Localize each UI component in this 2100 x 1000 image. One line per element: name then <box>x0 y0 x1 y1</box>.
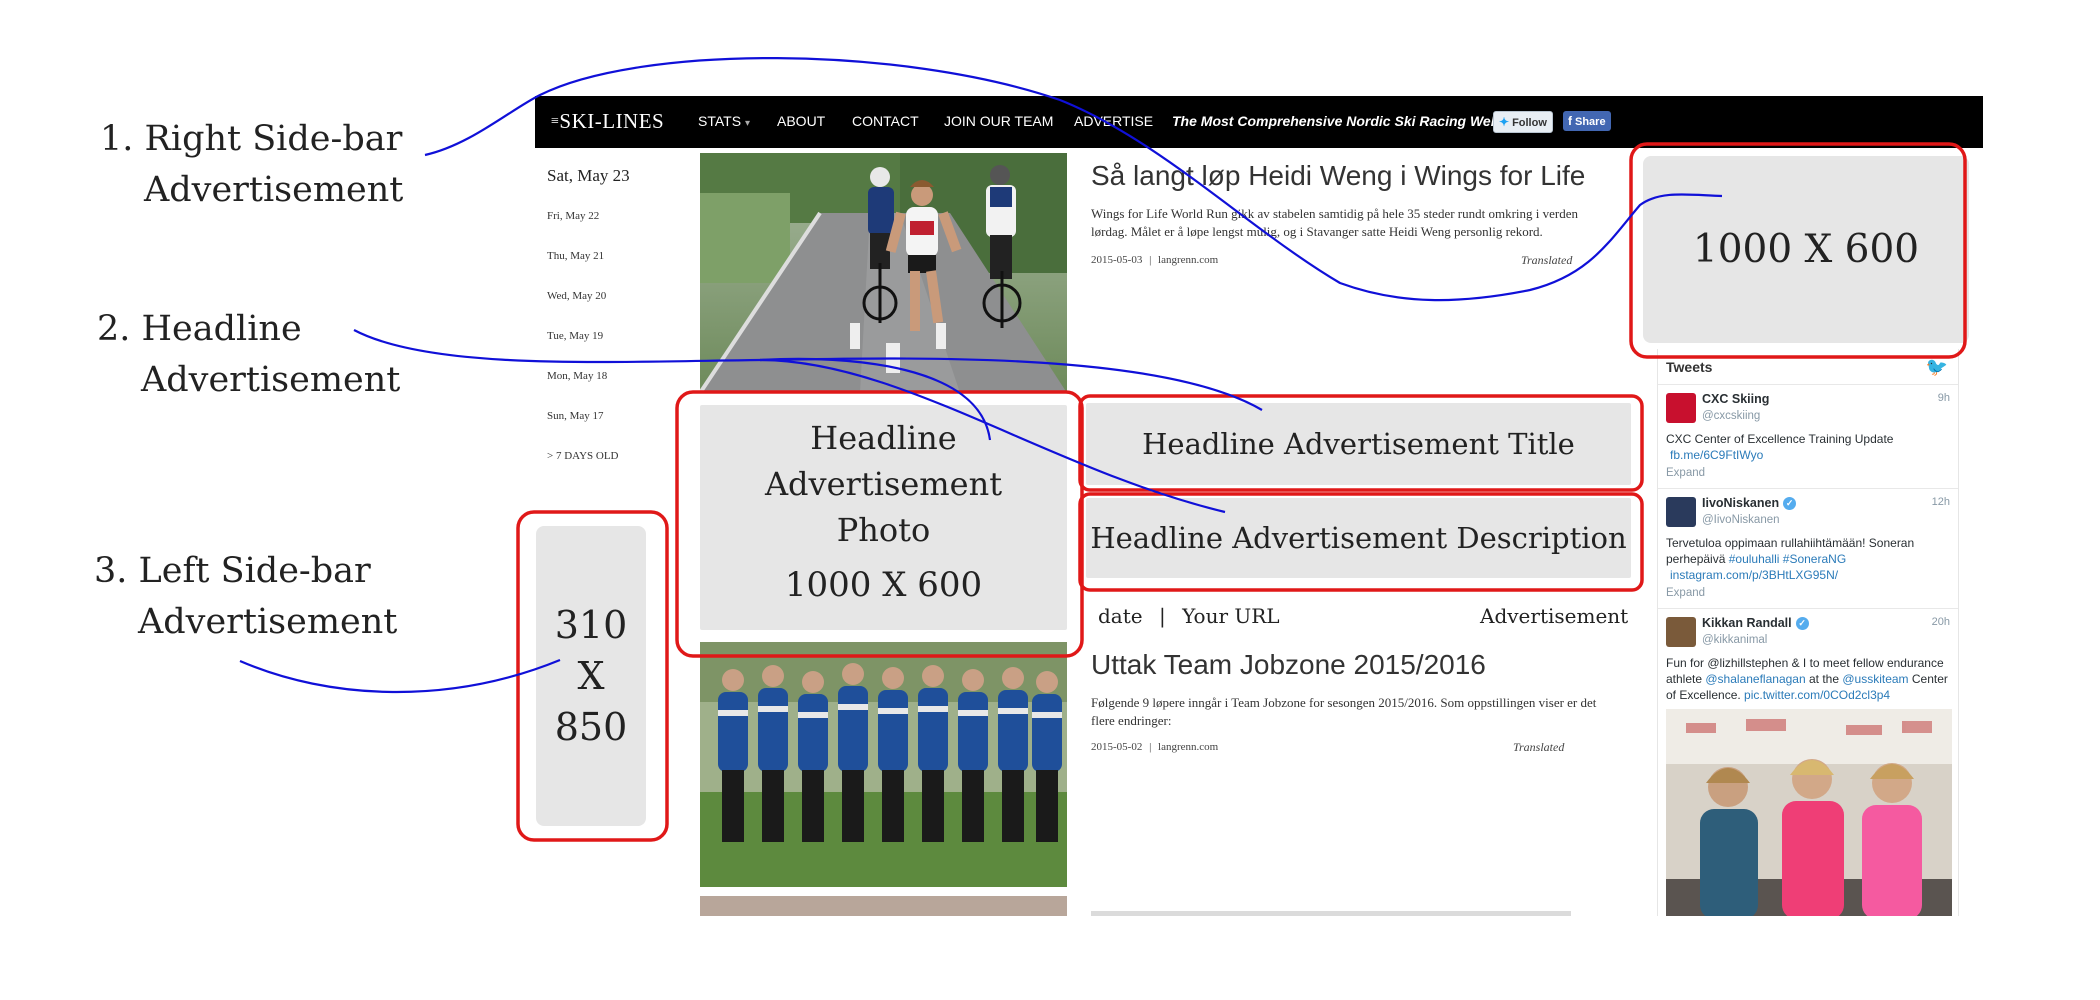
connector-line <box>353 329 1263 411</box>
headline-ad-photo-frame <box>675 390 1084 658</box>
right-sidebar-ad-frame <box>1629 142 1967 359</box>
annotation-overlay <box>239 57 1967 842</box>
headline-ad-title-frame <box>1078 394 1644 492</box>
headline-ad-description-frame <box>1078 492 1644 592</box>
connector-line <box>759 357 992 441</box>
connector-line <box>424 57 1723 302</box>
connector-line <box>239 658 561 694</box>
left-sidebar-ad-frame <box>516 510 669 842</box>
